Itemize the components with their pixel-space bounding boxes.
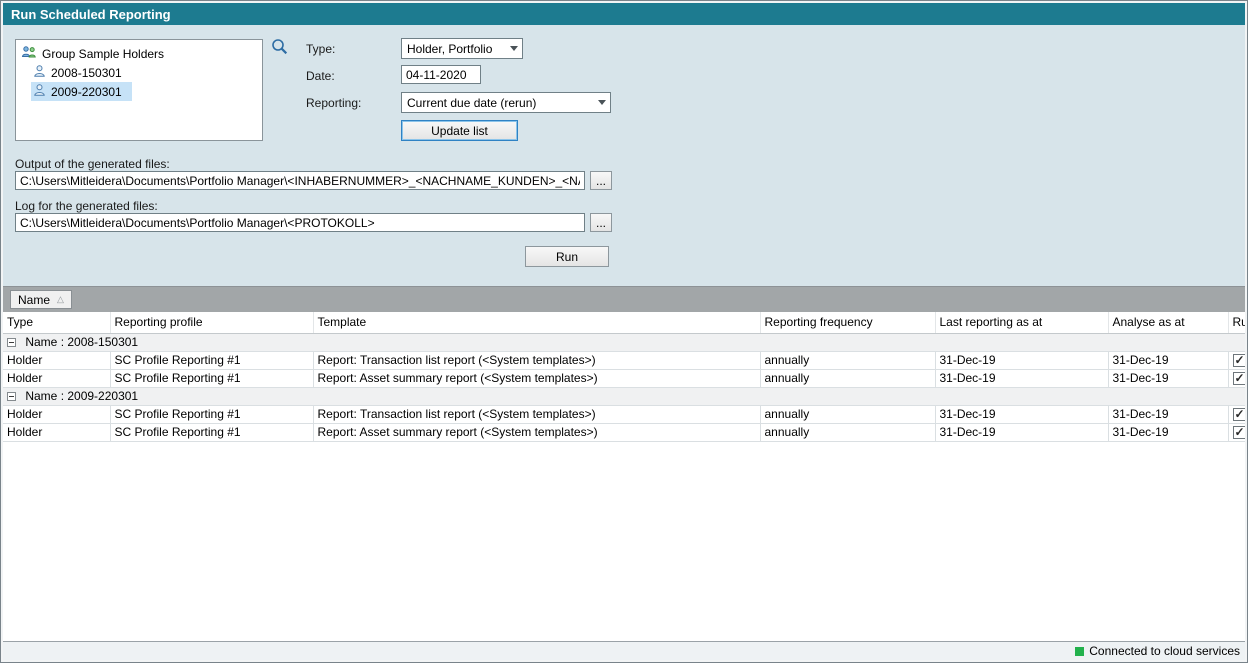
column-header-reporting-profile[interactable]: Reporting profile: [110, 312, 313, 333]
chevron-down-icon: [505, 39, 522, 58]
column-header-analyse[interactable]: Analyse as at: [1108, 312, 1228, 333]
group-name: Name : 2008-150301: [25, 335, 138, 349]
tree-item-holder-selected[interactable]: 2009-220301: [19, 82, 259, 101]
cell-type: Holder: [3, 405, 110, 423]
column-header-run[interactable]: Run: [1228, 312, 1245, 333]
run-checkbox[interactable]: [1233, 354, 1246, 367]
cloud-status-text: Connected to cloud services: [1089, 644, 1240, 658]
cell-template: Report: Asset summary report (<System te…: [313, 369, 760, 387]
table-row[interactable]: Holder SC Profile Reporting #1 Report: A…: [3, 369, 1245, 387]
group-chip-label: Name: [18, 293, 50, 307]
cell-type: Holder: [3, 423, 110, 441]
group-name: Name : 2009-220301: [25, 389, 138, 403]
settings-panel: Group Sample Holders 2008-150301: [3, 25, 1245, 286]
column-header-last-reporting[interactable]: Last reporting as at: [935, 312, 1108, 333]
cell-analyse: 31-Dec-19: [1108, 351, 1228, 369]
output-label: Output of the generated files:: [15, 157, 170, 171]
status-bar: Connected to cloud services: [3, 641, 1245, 660]
collapse-group-icon[interactable]: [7, 338, 16, 347]
run-button[interactable]: Run: [525, 246, 609, 267]
cell-profile: SC Profile Reporting #1: [110, 405, 313, 423]
person-icon: [33, 83, 46, 100]
cloud-status-icon: [1075, 647, 1084, 656]
group-header-row[interactable]: Name : 2008-150301: [3, 333, 1245, 351]
reporting-table: Type Reporting profile Template Reportin…: [3, 312, 1245, 641]
cell-frequency: annually: [760, 369, 935, 387]
holder-tree: Group Sample Holders 2008-150301: [15, 39, 263, 141]
log-label: Log for the generated files:: [15, 199, 158, 213]
group-icon: [21, 45, 37, 62]
group-header-row[interactable]: Name : 2009-220301: [3, 387, 1245, 405]
output-browse-button[interactable]: ...: [590, 171, 612, 190]
cell-profile: SC Profile Reporting #1: [110, 423, 313, 441]
type-label: Type:: [306, 42, 335, 56]
log-browse-button[interactable]: ...: [590, 213, 612, 232]
log-path-input[interactable]: [15, 213, 585, 232]
output-path-input[interactable]: [15, 171, 585, 190]
type-dropdown-value: Holder, Portfolio: [407, 42, 492, 56]
cell-last-reporting: 31-Dec-19: [935, 405, 1108, 423]
table-header-row: Type Reporting profile Template Reportin…: [3, 312, 1245, 333]
collapse-group-icon[interactable]: [7, 392, 16, 401]
cell-profile: SC Profile Reporting #1: [110, 351, 313, 369]
tree-item-label: 2009-220301: [51, 85, 122, 99]
cell-type: Holder: [3, 351, 110, 369]
date-input[interactable]: [401, 65, 481, 84]
run-checkbox[interactable]: [1233, 426, 1246, 439]
cell-frequency: annually: [760, 405, 935, 423]
cell-template: Report: Transaction list report (<System…: [313, 405, 760, 423]
cell-frequency: annually: [760, 423, 935, 441]
tree-item-holder[interactable]: 2008-150301: [19, 63, 259, 82]
table-row[interactable]: Holder SC Profile Reporting #1 Report: T…: [3, 405, 1245, 423]
cell-last-reporting: 31-Dec-19: [935, 369, 1108, 387]
cell-last-reporting: 31-Dec-19: [935, 351, 1108, 369]
tree-item-label: Group Sample Holders: [42, 47, 164, 61]
type-dropdown[interactable]: Holder, Portfolio: [401, 38, 523, 59]
cell-template: Report: Asset summary report (<System te…: [313, 423, 760, 441]
cell-template: Report: Transaction list report (<System…: [313, 351, 760, 369]
run-checkbox[interactable]: [1233, 408, 1246, 421]
sort-ascending-icon: △: [57, 295, 64, 304]
column-header-type[interactable]: Type: [3, 312, 110, 333]
tree-item-group[interactable]: Group Sample Holders: [19, 44, 259, 63]
table-row[interactable]: Holder SC Profile Reporting #1 Report: A…: [3, 423, 1245, 441]
date-label: Date:: [306, 69, 335, 83]
column-header-reporting-frequency[interactable]: Reporting frequency: [760, 312, 935, 333]
chevron-down-icon: [593, 93, 610, 112]
cell-analyse: 31-Dec-19: [1108, 405, 1228, 423]
reporting-label: Reporting:: [306, 96, 361, 110]
reporting-dropdown-value: Current due date (rerun): [407, 96, 536, 110]
tree-item-label: 2008-150301: [51, 66, 122, 80]
column-header-template[interactable]: Template: [313, 312, 760, 333]
cell-analyse: 31-Dec-19: [1108, 369, 1228, 387]
window-title: Run Scheduled Reporting: [11, 7, 171, 22]
update-list-button[interactable]: Update list: [401, 120, 518, 141]
person-icon: [33, 64, 46, 81]
cell-profile: SC Profile Reporting #1: [110, 369, 313, 387]
table-row[interactable]: Holder SC Profile Reporting #1 Report: T…: [3, 351, 1245, 369]
grouping-bar: Name △: [3, 286, 1245, 312]
search-icon[interactable]: [270, 37, 290, 57]
app-window: Run Scheduled Reporting Group Sample Hol…: [0, 0, 1248, 663]
reporting-dropdown[interactable]: Current due date (rerun): [401, 92, 611, 113]
cell-type: Holder: [3, 369, 110, 387]
cell-frequency: annually: [760, 351, 935, 369]
cell-last-reporting: 31-Dec-19: [935, 423, 1108, 441]
run-checkbox[interactable]: [1233, 372, 1246, 385]
title-bar: Run Scheduled Reporting: [3, 3, 1245, 25]
cell-analyse: 31-Dec-19: [1108, 423, 1228, 441]
group-by-name-chip[interactable]: Name △: [10, 290, 72, 309]
